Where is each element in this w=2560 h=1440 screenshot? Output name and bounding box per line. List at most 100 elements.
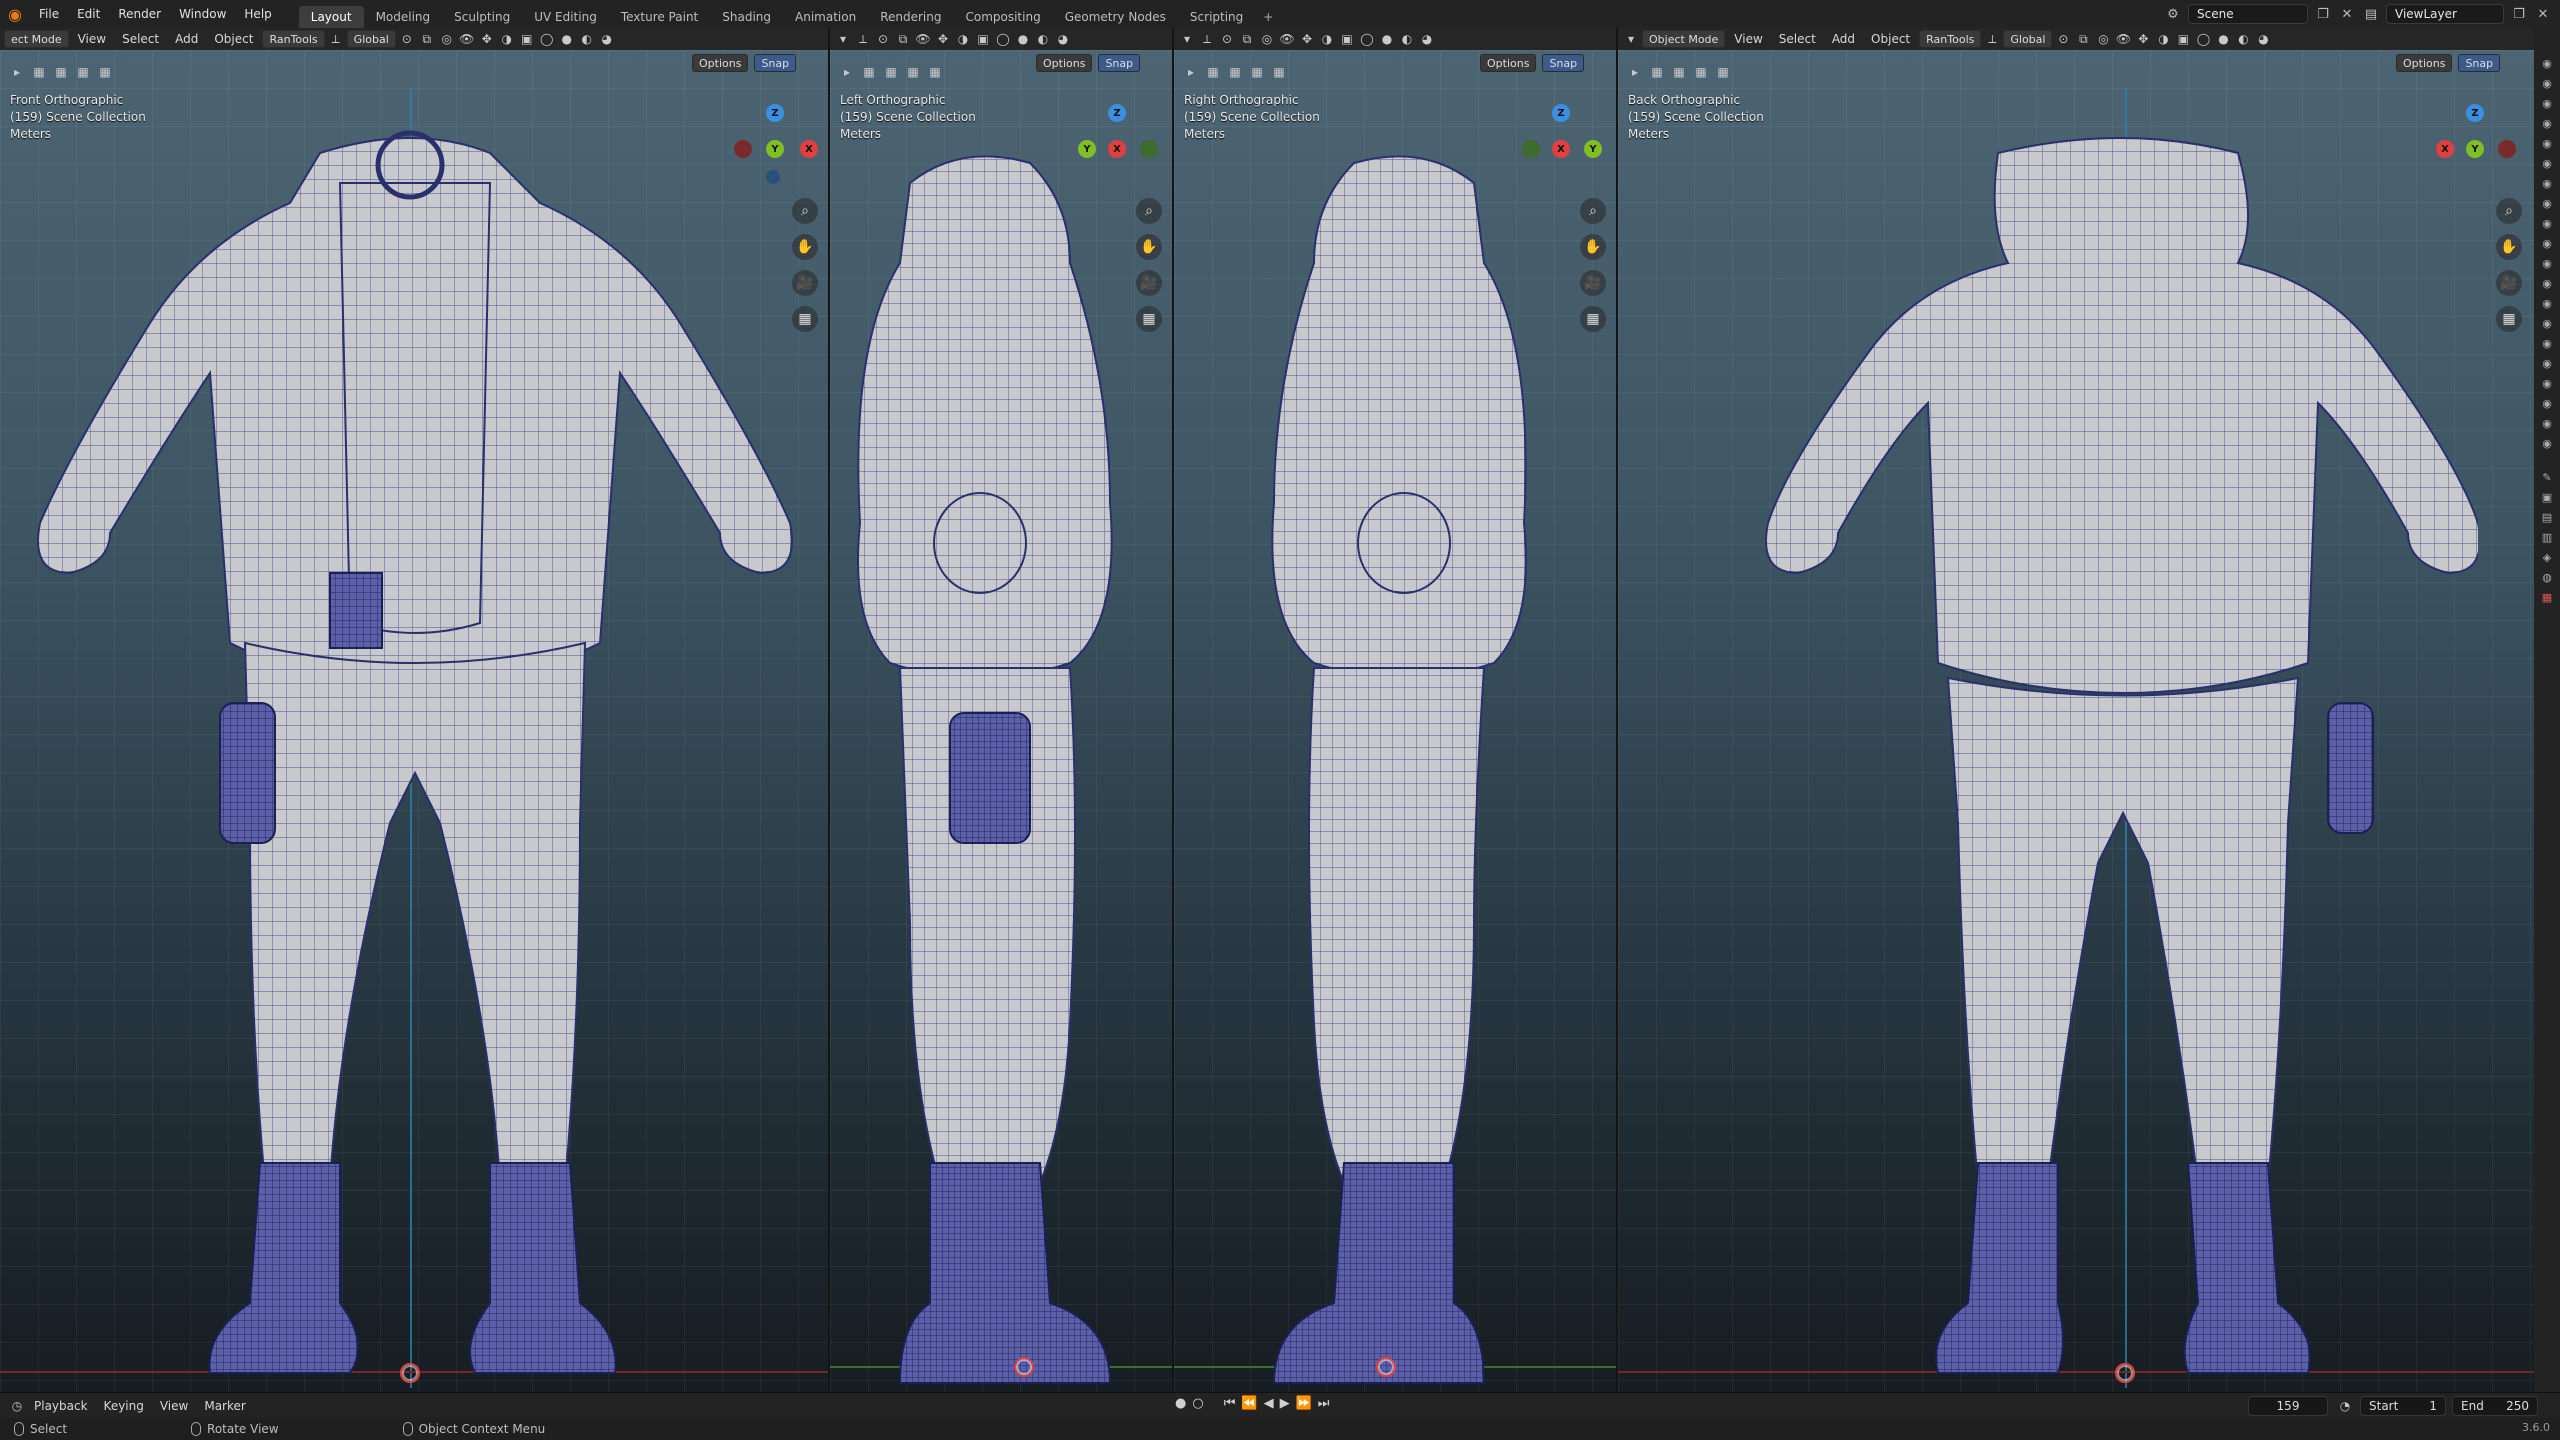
select-box-icon[interactable]: ▦ — [1648, 63, 1666, 81]
menu-view[interactable]: View — [152, 1399, 196, 1413]
viewport-front[interactable]: ect Mode View Select Add Object RanTools… — [0, 28, 830, 1392]
snap-button[interactable]: Snap — [2458, 54, 2501, 72]
tab-rendering[interactable]: Rendering — [868, 6, 953, 28]
select-intersect-icon[interactable]: ▦ — [926, 63, 944, 81]
gizmo-toggle-icon[interactable]: ✥ — [2134, 30, 2152, 48]
solid-shading-icon[interactable]: ● — [1014, 30, 1032, 48]
solid-shading-icon[interactable]: ● — [558, 30, 576, 48]
rendered-shading-icon[interactable]: ◕ — [2254, 30, 2272, 48]
wireframe-shading-icon[interactable]: ◯ — [994, 30, 1012, 48]
menu-file[interactable]: File — [30, 0, 68, 28]
viewport-back[interactable]: ▾ Object Mode View Select Add Object Ran… — [1618, 28, 2534, 1392]
snap-button[interactable]: Snap — [754, 54, 797, 72]
material-shading-icon[interactable]: ◐ — [1398, 30, 1416, 48]
3d-cursor-icon[interactable] — [1014, 1357, 1034, 1377]
select-subtract-icon[interactable]: ▦ — [74, 63, 92, 81]
proportional-icon[interactable]: ◎ — [2094, 30, 2112, 48]
tool-settings-icon[interactable]: ▸ — [1182, 63, 1200, 81]
world-properties-icon[interactable]: ◍ — [2539, 570, 2555, 584]
mode-selector[interactable]: Object Mode — [1642, 30, 1726, 48]
menu-add[interactable]: Add — [1825, 32, 1862, 46]
visibility-icon[interactable]: 👁 — [1278, 30, 1296, 48]
wireframe-shading-icon[interactable]: ◯ — [2194, 30, 2212, 48]
mode-selector[interactable]: ect Mode — [4, 30, 69, 48]
select-subtract-icon[interactable]: ▦ — [1248, 63, 1266, 81]
menu-select[interactable]: Select — [1772, 32, 1823, 46]
menu-view[interactable]: View — [1727, 32, 1769, 46]
outfit-model-back[interactable] — [1678, 123, 2478, 1392]
view-layer-properties-icon[interactable]: ▥ — [2539, 530, 2555, 544]
camera-icon[interactable]: ◉ — [2539, 236, 2555, 250]
add-workspace-button[interactable]: + — [1255, 6, 1281, 28]
tool-settings-icon[interactable]: ▸ — [8, 63, 26, 81]
play-icon[interactable]: ▶ — [1280, 1396, 1290, 1411]
view-layer-field[interactable]: ViewLayer — [2386, 4, 2504, 24]
camera-icon[interactable]: ◉ — [2539, 196, 2555, 210]
rendered-shading-icon[interactable]: ◕ — [598, 30, 616, 48]
gizmo-z-axis[interactable]: Z — [1108, 104, 1126, 122]
transform-orientation-icon[interactable]: ⟂ — [1198, 30, 1216, 48]
menu-object[interactable]: Object — [1864, 32, 1917, 46]
menu-playback[interactable]: Playback — [26, 1399, 96, 1413]
visibility-icon[interactable]: 👁 — [2114, 30, 2132, 48]
select-box-icon[interactable]: ▦ — [860, 63, 878, 81]
tab-geometry-nodes[interactable]: Geometry Nodes — [1053, 6, 1178, 28]
orientation-dropdown[interactable]: Global — [346, 30, 396, 48]
camera-icon[interactable]: 🎥 — [2496, 270, 2522, 296]
autokey-icon[interactable]: ○ — [1192, 1396, 1203, 1411]
overlay-icon[interactable]: ◑ — [1318, 30, 1336, 48]
menu-edit[interactable]: Edit — [68, 0, 109, 28]
select-extend-icon[interactable]: ▦ — [882, 63, 900, 81]
camera-icon[interactable]: ◉ — [2539, 176, 2555, 190]
menu-view[interactable]: View — [71, 32, 113, 46]
material-shading-icon[interactable]: ◐ — [2234, 30, 2252, 48]
select-intersect-icon[interactable]: ▦ — [1714, 63, 1732, 81]
ortho-grid-icon[interactable]: ▦ — [1580, 306, 1606, 332]
gizmo-y-axis[interactable]: Y — [1584, 140, 1602, 158]
camera-icon[interactable]: ◉ — [2539, 56, 2555, 70]
clock-icon[interactable]: ◔ — [2336, 1397, 2354, 1415]
solid-shading-icon[interactable]: ● — [1378, 30, 1396, 48]
proportional-icon[interactable]: ◎ — [438, 30, 456, 48]
xray-icon[interactable]: ▣ — [518, 30, 536, 48]
proportional-icon[interactable]: ◎ — [1258, 30, 1276, 48]
editor-type-icon[interactable]: ▾ — [1178, 30, 1196, 48]
select-box-icon[interactable]: ▦ — [1204, 63, 1222, 81]
camera-icon[interactable]: ◉ — [2539, 96, 2555, 110]
3d-cursor-icon[interactable] — [400, 1363, 420, 1383]
options-dropdown[interactable]: Options — [2396, 54, 2453, 72]
camera-icon[interactable]: ◉ — [2539, 376, 2555, 390]
outfit-model-front[interactable] — [20, 123, 810, 1392]
record-icon[interactable]: ● — [1175, 1396, 1186, 1411]
pivot-icon[interactable]: ⊙ — [1218, 30, 1236, 48]
tab-scripting[interactable]: Scripting — [1178, 6, 1255, 28]
rantools-menu[interactable]: RanTools — [1919, 30, 1982, 48]
snap-icon[interactable]: ⧉ — [894, 30, 912, 48]
orientation-dropdown[interactable]: Global — [2003, 30, 2053, 48]
tool-settings-icon[interactable]: ▸ — [838, 63, 856, 81]
camera-icon[interactable]: ◉ — [2539, 216, 2555, 230]
material-shading-icon[interactable]: ◐ — [578, 30, 596, 48]
camera-icon[interactable]: ◉ — [2539, 316, 2555, 330]
pan-hand-icon[interactable]: ✋ — [2496, 234, 2522, 260]
menu-keying[interactable]: Keying — [96, 1399, 152, 1413]
overlay-icon[interactable]: ◑ — [2154, 30, 2172, 48]
jump-end-icon[interactable]: ⏭ — [1318, 1396, 1330, 1411]
prev-keyframe-icon[interactable]: ⏪ — [1241, 1396, 1257, 1411]
gizmo-toggle-icon[interactable]: ✥ — [934, 30, 952, 48]
scene-field[interactable]: Scene — [2188, 4, 2308, 24]
blender-logo-icon[interactable]: ◉ — [0, 0, 30, 28]
tool-settings-icon[interactable]: ▸ — [1626, 63, 1644, 81]
tab-layout[interactable]: Layout — [298, 6, 364, 28]
camera-icon[interactable]: ◉ — [2539, 256, 2555, 270]
snap-button[interactable]: Snap — [1098, 54, 1141, 72]
gizmo-z-axis[interactable]: Z — [2466, 104, 2484, 122]
current-frame-field[interactable]: 159 — [2248, 1396, 2328, 1416]
tab-uv-editing[interactable]: UV Editing — [522, 6, 609, 28]
select-extend-icon[interactable]: ▦ — [52, 63, 70, 81]
rantools-menu[interactable]: RanTools — [262, 30, 325, 48]
new-scene-icon[interactable]: ❐ — [2314, 5, 2332, 23]
rendered-shading-icon[interactable]: ◕ — [1054, 30, 1072, 48]
material-shading-icon[interactable]: ◐ — [1034, 30, 1052, 48]
options-dropdown[interactable]: Options — [692, 54, 749, 72]
